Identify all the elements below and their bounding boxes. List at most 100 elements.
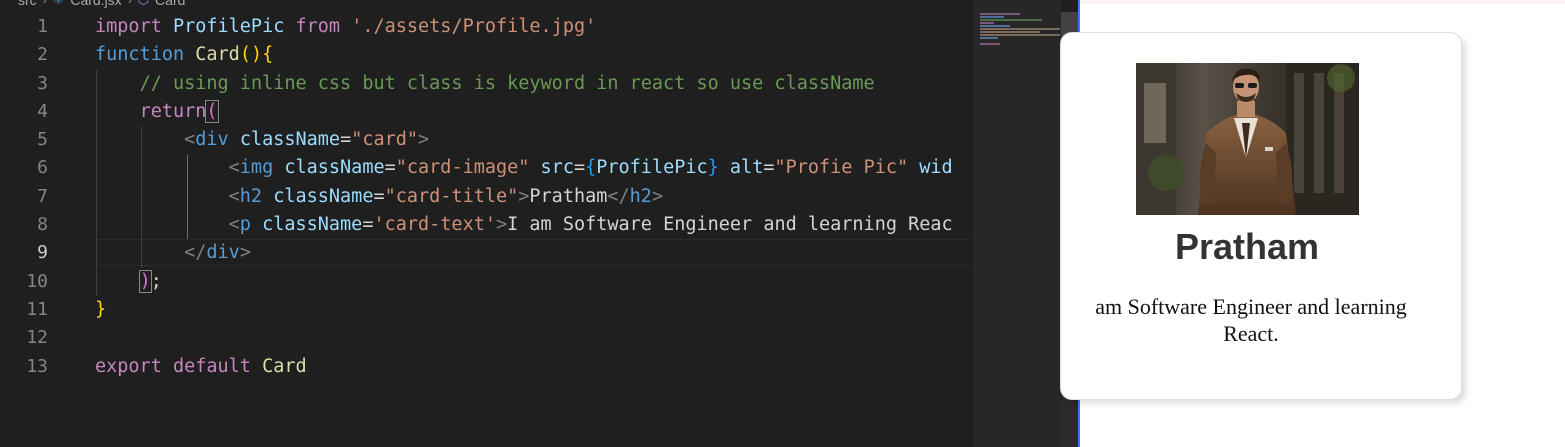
line-number: 10 [26, 270, 48, 292]
attribute-token: src [540, 157, 574, 179]
keyword-token: import [95, 16, 162, 37]
punct-token: > [518, 185, 530, 207]
tag-token: div [195, 129, 229, 151]
paren-token: ( [205, 99, 219, 123]
punct-token: </ [607, 185, 630, 207]
code-line[interactable]: export default Card [95, 353, 973, 381]
line-number: 13 [26, 355, 48, 377]
punct-token: = [362, 214, 374, 236]
brace-token: } [95, 298, 107, 320]
brace-token: } [707, 157, 719, 179]
comment-token: // using inline css but class is keyword… [139, 72, 875, 94]
attribute-token: className [273, 185, 374, 207]
code-line-active[interactable]: </div> [95, 239, 973, 267]
paren-token: ) [250, 44, 263, 66]
minimap-line [980, 43, 1000, 45]
string-token: 'card-text' [373, 214, 496, 236]
breadcrumb-symbol[interactable]: Card [155, 0, 185, 8]
line-number: 4 [37, 100, 48, 122]
jsx-text-token: Pratham [529, 185, 608, 207]
string-token: "card-title" [384, 185, 519, 207]
profile-photo-illustration [1136, 63, 1359, 215]
tag-token: h2 [629, 185, 652, 207]
minimap-line [980, 31, 1040, 33]
jsx-text-token: I am Software Engineer and learning Reac [507, 214, 953, 236]
minimap-line [980, 13, 1020, 15]
line-number: 11 [26, 298, 48, 320]
punct-token: < [228, 157, 240, 179]
line-number: 1 [37, 16, 48, 37]
attribute-token: className [239, 129, 341, 151]
line-number: 6 [37, 157, 48, 179]
punct-token: = [763, 157, 775, 179]
line-number: 8 [37, 214, 48, 236]
code-area[interactable]: import ProfilePic from './assets/Profile… [95, 13, 973, 381]
punct-token: > [418, 129, 430, 151]
minimap-line [980, 37, 998, 39]
tag-token: p [239, 214, 251, 236]
string-token: "Profie Pic" [774, 157, 909, 179]
punct-token: </ [184, 242, 207, 264]
punct-token: < [228, 185, 240, 207]
punct-token: = [573, 157, 586, 179]
punct-token: > [496, 214, 508, 236]
code-line[interactable]: ); [95, 268, 973, 296]
browser-preview[interactable]: Pratham am Software Engineer and learnin… [1060, 0, 1565, 447]
keyword-token: function [95, 44, 185, 66]
punct-token: > [239, 242, 251, 264]
string-token: "card-image" [395, 157, 530, 179]
paren-token: ( [239, 44, 251, 66]
profile-card: Pratham am Software Engineer and learnin… [1060, 32, 1462, 400]
punct-token: = [340, 129, 352, 151]
chevron-right-icon: › [127, 0, 132, 7]
minimap-line [980, 16, 1004, 18]
chevron-right-icon: › [42, 0, 47, 7]
line-number: 7 [37, 185, 48, 207]
attribute-token: className [262, 214, 363, 236]
minimap-line [980, 28, 1060, 30]
minimap-line [980, 34, 1060, 36]
component-icon: ⬡ [138, 0, 149, 8]
brace-token: { [262, 44, 274, 66]
keyword-token: default [172, 355, 251, 377]
keyword-token: return [139, 100, 207, 122]
react-icon: ⚛ [53, 0, 65, 8]
line-number-active: 9 [37, 242, 48, 264]
attribute-token: className [284, 157, 385, 179]
tag-token: img [239, 157, 274, 179]
card-text: am Software Engineer and learning React. [1095, 294, 1407, 346]
punct-token: < [228, 214, 240, 236]
line-number: 2 [37, 44, 48, 66]
breadcrumb-file[interactable]: Card.jsx [70, 0, 121, 8]
breadcrumb-folder[interactable]: src [18, 0, 37, 8]
punct-token: < [184, 129, 196, 151]
code-line[interactable]: function Card(){ [95, 41, 973, 69]
code-line[interactable]: <p className='card-text'>I am Software E… [95, 211, 973, 239]
code-line[interactable]: <img className="card-image" src={Profile… [95, 154, 973, 182]
code-line[interactable]: // using inline css but class is keyword… [95, 70, 973, 98]
keyword-token: export [95, 355, 162, 377]
code-line[interactable]: return( [95, 98, 973, 126]
code-line[interactable]: <div className="card"> [95, 126, 973, 154]
attribute-token: wid [919, 157, 953, 179]
line-number: 12 [26, 327, 48, 349]
code-line[interactable]: import ProfilePic from './assets/Profile… [95, 13, 973, 41]
minimap-line [980, 22, 994, 24]
minimap-slider[interactable] [973, 0, 1061, 447]
preview-top-border [1080, 0, 1565, 4]
line-number: 3 [37, 72, 48, 94]
code-line[interactable]: <h2 className="card-title">Pratham</h2> [95, 183, 973, 211]
minimap-line [980, 19, 1042, 21]
string-token: "card" [351, 129, 419, 151]
line-number-gutter[interactable]: 1 2 3 4 5 6 7 8 9 10 11 12 13 [0, 13, 60, 381]
tag-token: div [206, 242, 240, 264]
code-line[interactable] [95, 324, 973, 352]
brace-token: { [585, 157, 597, 179]
breadcrumb: src › ⚛ Card.jsx › ⬡ Card [18, 0, 185, 9]
attribute-token: alt [729, 157, 764, 179]
punct-token: = [384, 157, 396, 179]
string-token: './assets/Profile.jpg' [351, 16, 597, 37]
code-editor[interactable]: src › ⚛ Card.jsx › ⬡ Card 1 2 3 4 5 6 7 … [0, 0, 1078, 447]
code-line[interactable]: } [95, 296, 973, 324]
line-number: 5 [37, 129, 48, 151]
